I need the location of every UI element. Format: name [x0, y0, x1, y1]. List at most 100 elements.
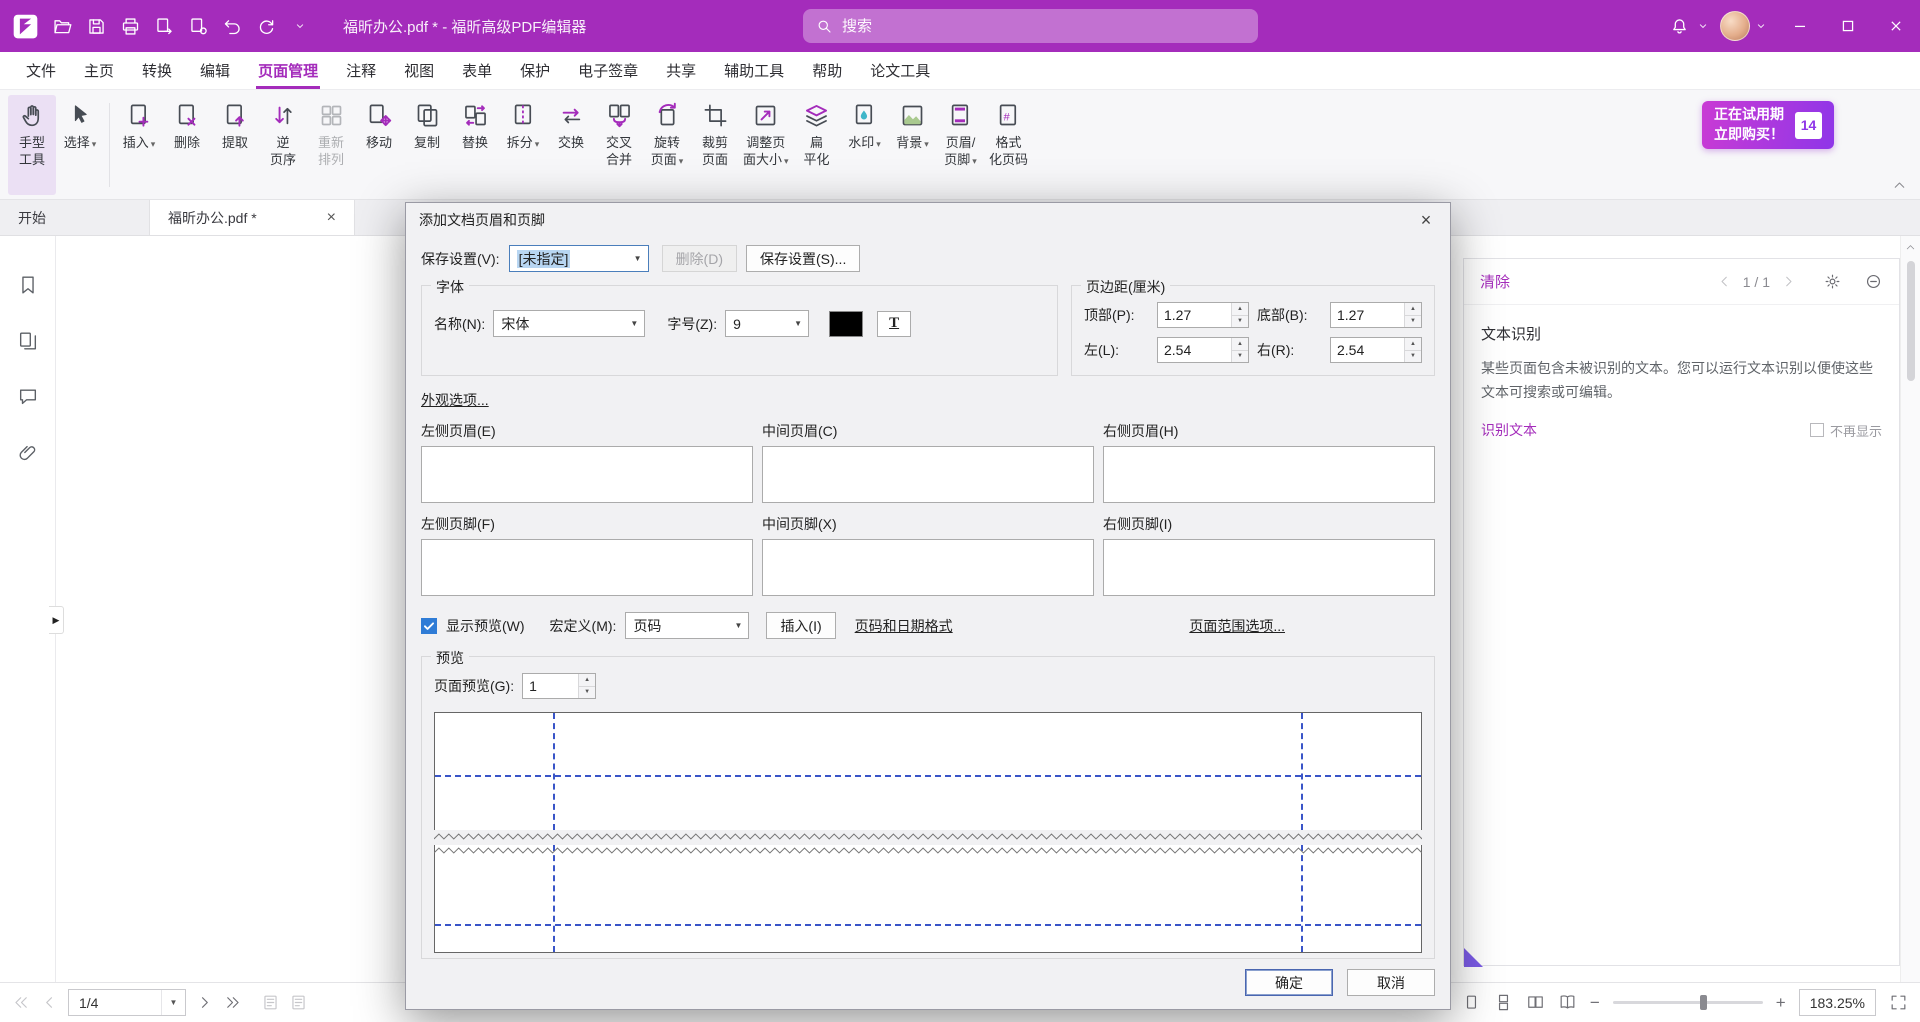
- zoom-in-button[interactable]: +: [1776, 994, 1786, 1011]
- fullscreen-icon[interactable]: [1889, 993, 1908, 1012]
- spinner-down-icon[interactable]: ▼: [1232, 316, 1248, 328]
- page-range-options-link[interactable]: 页面范围选项...: [1189, 616, 1285, 636]
- zoom-level[interactable]: 183.25%: [1799, 989, 1876, 1016]
- header-right-input[interactable]: [1103, 446, 1435, 503]
- save-button[interactable]: [79, 9, 113, 43]
- avatar[interactable]: [1720, 11, 1750, 41]
- dont-show-checkbox[interactable]: [1810, 423, 1824, 437]
- open-file-button[interactable]: [45, 9, 79, 43]
- menu-item-esignature[interactable]: 电子签章: [564, 52, 652, 89]
- gear-icon[interactable]: [1823, 272, 1842, 291]
- chevron-down-icon[interactable]: [1754, 19, 1768, 33]
- menu-item-view[interactable]: 视图: [390, 52, 448, 89]
- tab-close-icon[interactable]: ×: [327, 209, 336, 227]
- chevron-down-icon[interactable]: ▼: [161, 990, 185, 1015]
- show-preview-checkbox[interactable]: [421, 618, 437, 634]
- page-number-select[interactable]: 1/4 ▼: [68, 989, 186, 1016]
- buy-now-button[interactable]: 正在试用期 立即购买！ 14: [1702, 101, 1834, 149]
- first-page-button[interactable]: [12, 993, 31, 1012]
- footer-left-input[interactable]: [421, 539, 753, 596]
- ribbon-tool-watermark[interactable]: 水印▾: [841, 95, 889, 195]
- spinner-up-icon[interactable]: ▲: [1405, 338, 1421, 351]
- footer-right-input[interactable]: [1103, 539, 1435, 596]
- continuous-view-icon[interactable]: [1494, 993, 1513, 1012]
- vertical-scrollbar[interactable]: [1900, 236, 1920, 982]
- ribbon-tool-rearrange[interactable]: 重新 排列: [307, 95, 355, 195]
- saved-settings-select[interactable]: [未指定] ▼: [509, 245, 649, 272]
- ribbon-tool-header-footer[interactable]: 页眉/ 页脚▾: [937, 95, 985, 195]
- ribbon-tool-reverse-order[interactable]: 逆 页序: [259, 95, 307, 195]
- ribbon-tool-resize-page[interactable]: 调整页 面大小▾: [739, 95, 793, 195]
- ribbon-tool-format-page-number[interactable]: #格式 化页码: [985, 95, 1033, 195]
- zoom-slider[interactable]: [1613, 1001, 1763, 1004]
- menu-item-edit[interactable]: 编辑: [186, 52, 244, 89]
- menu-item-file[interactable]: 文件: [12, 52, 70, 89]
- underline-button[interactable]: T: [877, 311, 911, 337]
- window-maximize-button[interactable]: [1824, 0, 1872, 52]
- ribbon-tool-swap-page[interactable]: 交换: [547, 95, 595, 195]
- ribbon-tool-delete-page[interactable]: 删除: [163, 95, 211, 195]
- attachments-panel-icon[interactable]: [17, 442, 39, 464]
- last-page-button[interactable]: [223, 993, 242, 1012]
- appearance-options-link[interactable]: 外观选项...: [421, 390, 489, 410]
- ribbon-tool-background[interactable]: 背景▾: [889, 95, 937, 195]
- expand-panel-arrow[interactable]: ▶: [49, 606, 64, 634]
- ok-button[interactable]: 确定: [1245, 969, 1333, 996]
- print-button[interactable]: [113, 9, 147, 43]
- spinner-down-icon[interactable]: ▼: [579, 687, 595, 699]
- previous-view-icon[interactable]: [261, 993, 280, 1012]
- margin-bottom-spinner[interactable]: 1.27▲▼: [1330, 302, 1422, 328]
- ribbon-tool-cross-merge[interactable]: 交叉 合并: [595, 95, 643, 195]
- spinner-up-icon[interactable]: ▲: [1405, 303, 1421, 316]
- ribbon-tool-rotate-page[interactable]: 旋转 页面▾: [643, 95, 691, 195]
- menu-item-protect[interactable]: 保护: [506, 52, 564, 89]
- next-page-button[interactable]: [195, 993, 214, 1012]
- page-thumbnails-panel-icon[interactable]: [17, 330, 39, 352]
- ribbon-tool-move-page[interactable]: 移动: [355, 95, 403, 195]
- spinner-up-icon[interactable]: ▲: [1232, 303, 1248, 316]
- delete-setting-button[interactable]: 删除(D): [662, 245, 737, 272]
- dialog-titlebar[interactable]: 添加文档页眉和页脚 ×: [406, 203, 1450, 237]
- menu-item-home[interactable]: 主页: [70, 52, 128, 89]
- tab-document[interactable]: 福昕办公.pdf * ×: [150, 200, 355, 235]
- spinner-up-icon[interactable]: ▲: [1232, 338, 1248, 351]
- foxit-logo[interactable]: [12, 13, 39, 40]
- search-input[interactable]: [842, 18, 1246, 35]
- search-box[interactable]: [803, 9, 1258, 43]
- clear-button[interactable]: 清除: [1480, 271, 1510, 292]
- book-view-icon[interactable]: [1558, 993, 1577, 1012]
- ribbon-tool-crop-page[interactable]: 裁剪 页面: [691, 95, 739, 195]
- convert-button[interactable]: [181, 9, 215, 43]
- dont-show-option[interactable]: 不再显示: [1810, 421, 1882, 440]
- spinner-down-icon[interactable]: ▼: [1232, 351, 1248, 363]
- dialog-close-button[interactable]: ×: [1408, 206, 1444, 234]
- ribbon-tool-extract-page[interactable]: 提取: [211, 95, 259, 195]
- menu-item-form[interactable]: 表单: [448, 52, 506, 89]
- chevron-down-icon[interactable]: [1696, 19, 1710, 33]
- window-close-button[interactable]: [1872, 0, 1920, 52]
- margin-top-spinner[interactable]: 1.27▲▼: [1157, 302, 1249, 328]
- bookmarks-panel-icon[interactable]: [17, 274, 39, 296]
- insert-macro-button[interactable]: 插入(I): [766, 612, 835, 639]
- menu-item-share[interactable]: 共享: [652, 52, 710, 89]
- font-color-picker[interactable]: [829, 311, 863, 337]
- preview-page-spinner[interactable]: 1 ▲▼: [522, 673, 596, 699]
- menu-item-comment[interactable]: 注释: [332, 52, 390, 89]
- facing-view-icon[interactable]: [1526, 993, 1545, 1012]
- single-page-view-icon[interactable]: [1462, 993, 1481, 1012]
- customize-toolbar-button[interactable]: [283, 9, 317, 43]
- comments-panel-icon[interactable]: [17, 386, 39, 408]
- footer-center-input[interactable]: [762, 539, 1094, 596]
- font-size-select[interactable]: 9▼: [725, 310, 809, 337]
- next-view-icon[interactable]: [289, 993, 308, 1012]
- margin-left-spinner[interactable]: 2.54▲▼: [1157, 337, 1249, 363]
- ribbon-tool-flatten[interactable]: 扁 平化: [793, 95, 841, 195]
- menu-item-paper-tools[interactable]: 论文工具: [856, 52, 944, 89]
- ribbon-tool-insert-page[interactable]: 插入▾: [115, 95, 163, 195]
- notifications-button[interactable]: [1662, 9, 1696, 43]
- cancel-button[interactable]: 取消: [1347, 969, 1435, 996]
- prev-result-icon[interactable]: [1716, 273, 1733, 290]
- redo-button[interactable]: [249, 9, 283, 43]
- ribbon-tool-select-tool[interactable]: 选择▾: [56, 95, 104, 195]
- ribbon-tool-hand-tool[interactable]: 手型 工具: [8, 95, 56, 195]
